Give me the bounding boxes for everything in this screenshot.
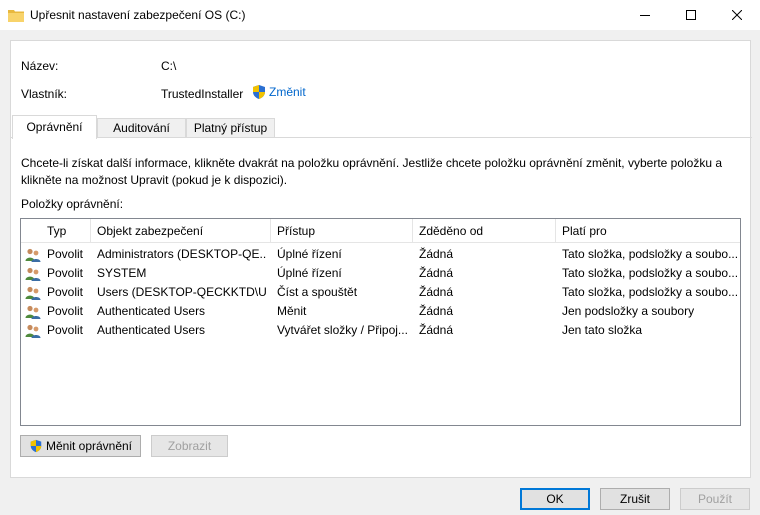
column-header-applies-to[interactable]: Platí pro xyxy=(556,219,740,243)
cell-inherited: Žádná xyxy=(419,323,454,337)
column-header-type[interactable]: Typ xyxy=(21,219,91,243)
ok-label: OK xyxy=(546,492,564,506)
change-permissions-button[interactable]: Měnit oprávnění xyxy=(20,435,141,457)
folder-icon xyxy=(8,10,24,22)
uac-shield-icon xyxy=(253,85,265,99)
cell-applies-to: Tato složka, podsložky a soubo... xyxy=(562,285,738,299)
owner-label: Vlastník: xyxy=(21,87,68,101)
users-icon xyxy=(25,248,41,262)
cancel-button[interactable]: Zrušit xyxy=(600,488,670,510)
main-panel: Název: C:\ Vlastník: TrustedInstaller Zm… xyxy=(10,40,752,478)
title-bar: Upřesnit nastavení zabezpečení OS (C:) xyxy=(0,0,760,30)
cell-type: Povolit xyxy=(47,266,84,280)
minimize-button[interactable] xyxy=(622,0,668,30)
table-row[interactable]: Povolit Users (DESKTOP-QECKKTD\U... Číst… xyxy=(21,283,740,302)
view-label: Zobrazit xyxy=(167,439,212,453)
cell-access: Vytvářet složky / Připoj... xyxy=(277,323,408,337)
list-header: Typ Objekt zabezpečení Přístup Zděděno o… xyxy=(21,219,740,243)
minimize-icon xyxy=(640,15,650,16)
permission-entries-list[interactable]: Typ Objekt zabezpečení Přístup Zděděno o… xyxy=(20,218,741,426)
change-permissions-label: Měnit oprávnění xyxy=(45,439,133,453)
cell-inherited: Žádná xyxy=(419,266,454,280)
tab-permissions[interactable]: Oprávnění xyxy=(12,115,97,139)
cancel-label: Zrušit xyxy=(620,492,650,506)
cell-applies-to: Tato složka, podsložky a soubo... xyxy=(562,247,738,261)
name-value: C:\ xyxy=(161,59,177,73)
description-text: Chcete-li získat další informace, klikně… xyxy=(21,156,723,187)
close-icon xyxy=(732,10,742,20)
tab-effective-access-label: Platný přístup xyxy=(193,121,268,135)
apply-button[interactable]: Použít xyxy=(680,488,750,510)
window-title: Upřesnit nastavení zabezpečení OS (C:) xyxy=(30,8,246,22)
column-header-principal[interactable]: Objekt zabezpečení xyxy=(91,219,271,243)
apply-label: Použít xyxy=(697,492,733,506)
column-header-inherited[interactable]: Zděděno od xyxy=(413,219,556,243)
change-owner-label: Změnit xyxy=(269,85,306,99)
change-owner-link[interactable]: Změnit xyxy=(251,84,306,100)
cell-principal: Authenticated Users xyxy=(97,304,206,318)
cell-inherited: Žádná xyxy=(419,304,454,318)
table-row[interactable]: Povolit SYSTEM Úplné řízení Žádná Tato s… xyxy=(21,264,740,283)
owner-value: TrustedInstaller xyxy=(161,87,244,101)
cell-access: Číst a spouštět xyxy=(277,285,358,299)
cell-principal: Administrators (DESKTOP-QE... xyxy=(97,247,267,261)
maximize-button[interactable] xyxy=(668,0,714,30)
tab-strip: Oprávnění Auditování Platný přístup xyxy=(11,115,752,139)
cell-applies-to: Jen podsložky a soubory xyxy=(562,304,695,318)
permission-entries-label: Položky oprávnění: xyxy=(21,197,124,211)
cell-principal: SYSTEM xyxy=(97,266,147,280)
cell-type: Povolit xyxy=(47,285,84,299)
tab-permissions-label: Oprávnění xyxy=(26,120,83,134)
cell-principal: Authenticated Users xyxy=(97,323,206,337)
cell-applies-to: Tato složka, podsložky a soubo... xyxy=(562,266,738,280)
cell-type: Povolit xyxy=(47,304,84,318)
tab-divider xyxy=(11,137,752,138)
cell-type: Povolit xyxy=(47,323,84,337)
table-row[interactable]: Povolit Administrators (DESKTOP-QE... Úp… xyxy=(21,245,740,264)
cell-access: Měnit xyxy=(277,304,307,318)
cell-inherited: Žádná xyxy=(419,247,454,261)
cell-access: Úplné řízení xyxy=(277,266,342,280)
close-button[interactable] xyxy=(714,0,760,30)
cell-applies-to: Jen tato složka xyxy=(562,323,643,337)
view-button[interactable]: Zobrazit xyxy=(151,435,228,457)
cell-inherited: Žádná xyxy=(419,285,454,299)
tab-auditing[interactable]: Auditování xyxy=(97,118,186,138)
tab-auditing-label: Auditování xyxy=(113,121,170,135)
tab-effective-access[interactable]: Platný přístup xyxy=(186,118,275,138)
table-row[interactable]: Povolit Authenticated Users Vytvářet slo… xyxy=(21,321,740,340)
cell-access: Úplné řízení xyxy=(277,247,342,261)
table-row[interactable]: Povolit Authenticated Users Měnit Žádná … xyxy=(21,302,740,321)
users-icon xyxy=(25,286,41,300)
uac-shield-icon xyxy=(30,439,42,453)
cell-principal: Users (DESKTOP-QECKKTD\U... xyxy=(97,285,267,299)
users-icon xyxy=(25,305,41,319)
column-header-access[interactable]: Přístup xyxy=(271,219,413,243)
cell-type: Povolit xyxy=(47,247,84,261)
maximize-icon xyxy=(686,10,696,20)
users-icon xyxy=(25,267,41,281)
ok-button[interactable]: OK xyxy=(520,488,590,510)
name-label: Název: xyxy=(21,59,59,73)
users-icon xyxy=(25,324,41,338)
